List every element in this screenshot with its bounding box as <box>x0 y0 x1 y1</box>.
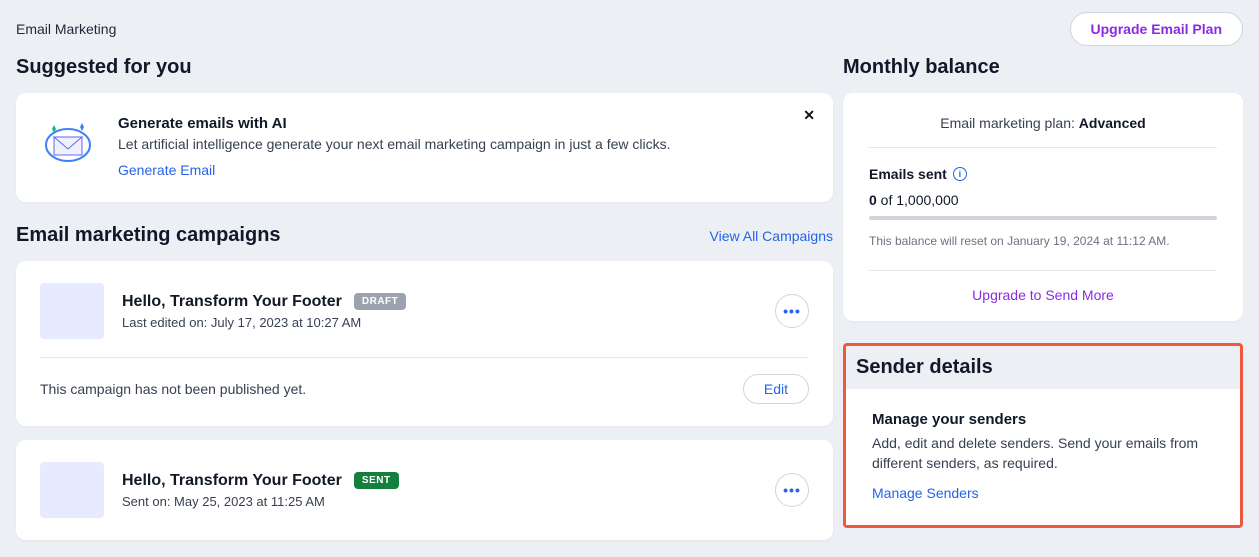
campaign-card: Hello, Transform Your Footer DRAFT Last … <box>16 261 833 426</box>
page-title: Email Marketing <box>16 21 116 37</box>
suggestion-card: Generate emails with AI Let artificial i… <box>16 93 833 202</box>
ai-email-icon <box>40 115 96 171</box>
campaign-card: Hello, Transform Your Footer SENT Sent o… <box>16 440 833 540</box>
sender-card: Manage your senders Add, edit and delete… <box>846 389 1240 525</box>
generate-email-link[interactable]: Generate Email <box>118 162 215 178</box>
campaigns-header: Email marketing campaigns View All Campa… <box>16 224 833 247</box>
campaigns-heading: Email marketing campaigns <box>16 224 281 247</box>
campaign-title: Hello, Transform Your Footer <box>122 472 342 490</box>
campaign-meta: Sent on: May 25, 2023 at 11:25 AM <box>122 494 757 509</box>
campaign-thumbnail <box>40 283 104 339</box>
balance-card: Email marketing plan: Advanced Emails se… <box>843 93 1243 321</box>
status-badge: DRAFT <box>354 293 406 310</box>
view-all-campaigns-link[interactable]: View All Campaigns <box>710 228 833 244</box>
sender-heading: Sender details <box>846 356 1240 389</box>
emails-sent-label: Emails sent i <box>869 166 1217 182</box>
more-options-button[interactable]: ••• <box>775 473 809 507</box>
campaign-meta: Last edited on: July 17, 2023 at 10:27 A… <box>122 315 757 330</box>
suggestion-desc: Let artificial intelligence generate you… <box>118 136 671 152</box>
more-options-button[interactable]: ••• <box>775 294 809 328</box>
balance-heading: Monthly balance <box>843 56 1243 79</box>
campaign-title: Hello, Transform Your Footer <box>122 293 342 311</box>
suggestion-title: Generate emails with AI <box>118 115 671 132</box>
topbar: Email Marketing Upgrade Email Plan <box>0 0 1259 46</box>
close-icon[interactable]: ✕ <box>803 107 815 124</box>
divider <box>40 357 809 358</box>
info-icon[interactable]: i <box>953 167 967 181</box>
emails-sent-value: 0 of 1,000,000 <box>869 192 1217 208</box>
sender-title: Manage your senders <box>872 411 1214 428</box>
campaign-status-note: This campaign has not been published yet… <box>40 381 306 397</box>
edit-button[interactable]: Edit <box>743 374 809 404</box>
progress-bar <box>869 216 1217 220</box>
sender-desc: Add, edit and delete senders. Send your … <box>872 434 1214 473</box>
upgrade-plan-button[interactable]: Upgrade Email Plan <box>1070 12 1243 46</box>
plan-prefix: Email marketing plan: <box>940 115 1079 131</box>
suggestion-body: Generate emails with AI Let artificial i… <box>118 115 671 180</box>
upgrade-send-more-link[interactable]: Upgrade to Send More <box>869 270 1217 303</box>
suggested-heading: Suggested for you <box>16 56 833 79</box>
plan-name: Advanced <box>1079 115 1146 131</box>
plan-label: Email marketing plan: Advanced <box>869 115 1217 148</box>
balance-reset-note: This balance will reset on January 19, 2… <box>869 234 1217 248</box>
sender-details-highlighted: Sender details Manage your senders Add, … <box>843 343 1243 528</box>
status-badge: SENT <box>354 472 399 489</box>
manage-senders-link[interactable]: Manage Senders <box>872 485 979 501</box>
campaign-thumbnail <box>40 462 104 518</box>
